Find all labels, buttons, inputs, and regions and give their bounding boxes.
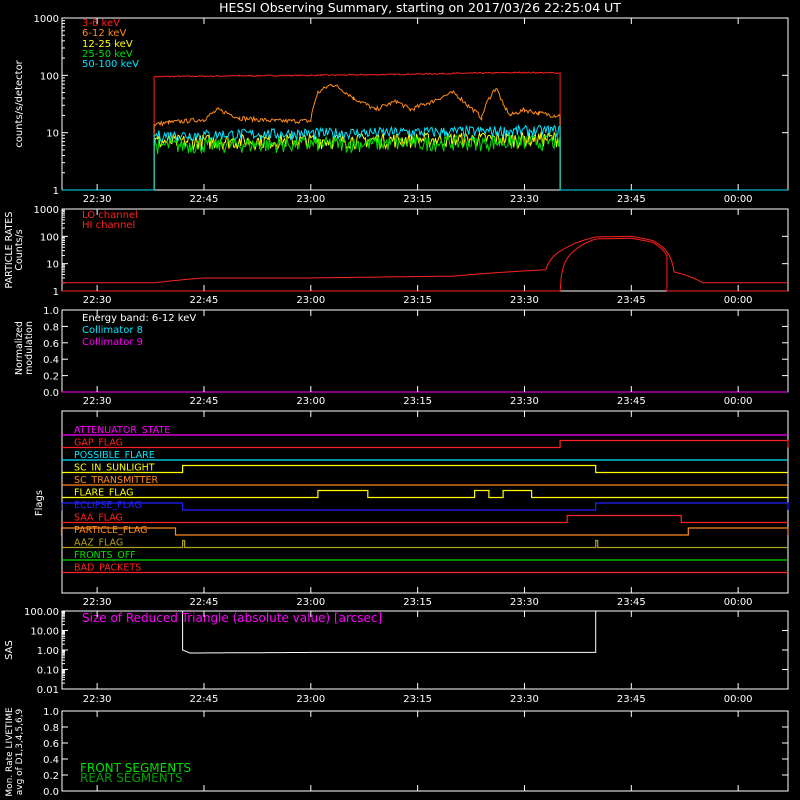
time-tick-label: 22:45: [190, 597, 219, 608]
legend-6-12-kev: 6-12 keV: [82, 28, 126, 39]
sas-ytick-label: 0.10: [37, 666, 59, 677]
sas-ytick-label: 1.00: [37, 646, 59, 657]
flag-label-aaz-flag: AAZ_FLAG: [74, 538, 123, 549]
time-tick-label: 23:45: [617, 295, 646, 306]
time-tick-label: 00:00: [724, 194, 753, 205]
particle-rates-ylabel-line2: Counts/s: [14, 229, 25, 270]
time-tick-label: 22:30: [83, 597, 112, 608]
livetime-ylabel-line2: avg of D1,3,4,5,6,9: [15, 708, 25, 795]
modulation-ytick-label: 0.4: [43, 355, 59, 366]
livetime-ytick-label: 0.6: [43, 739, 59, 750]
modulation-energy-band: Energy band: 6-12 keV: [82, 313, 196, 324]
flag-label-bad-packets: BAD_PACKETS: [74, 563, 141, 574]
time-tick-label: 22:30: [83, 694, 112, 705]
count-rates-ytick-label: 1: [53, 186, 59, 197]
chart-background: [0, 0, 800, 800]
flag-label-eclipse-flag: ECLIPSE_FLAG: [74, 500, 142, 511]
legend-collimator-9: Collimator 9: [82, 337, 143, 348]
livetime-ytick-label: 0.2: [43, 771, 59, 782]
time-tick-label: 23:15: [403, 396, 432, 407]
time-tick-label: 23:45: [617, 396, 646, 407]
time-tick-label: 23:45: [617, 194, 646, 205]
modulation-ytick-label: 0.8: [43, 322, 59, 333]
livetime-ylabel-line1: Mon. Rate LIVETIME: [5, 707, 15, 797]
particle-rates-ytick-label: 100: [40, 232, 59, 243]
time-tick-label: 23:15: [403, 295, 432, 306]
sas-ytick-label: 10.00: [30, 627, 59, 638]
legend-rear-segments: REAR SEGMENTS: [80, 771, 183, 785]
time-tick-label: 23:00: [296, 295, 325, 306]
time-tick-label: 23:30: [510, 597, 539, 608]
time-tick-label: 22:45: [190, 694, 219, 705]
time-tick-label: 23:15: [403, 597, 432, 608]
flag-label-attenuator-state: ATTENUATOR_STATE: [74, 425, 170, 436]
time-tick-label: 23:15: [403, 194, 432, 205]
modulation-ytick-label: 0.0: [43, 388, 59, 399]
particle-rates-ytick-label: 1000: [34, 205, 59, 216]
time-tick-label: 22:45: [190, 194, 219, 205]
particle-rates-ytick-label: 10: [46, 260, 59, 271]
flag-label-particle-flag: PARTICLE_FLAG: [74, 525, 147, 536]
count-rates-ylabel: counts/s/detector: [14, 59, 25, 147]
livetime-ytick-label: 0.0: [43, 787, 59, 798]
time-tick-label: 23:45: [617, 597, 646, 608]
count-rates-ytick-label: 10: [46, 129, 59, 140]
flags-ylabel: Flags: [34, 490, 45, 516]
time-tick-label: 22:30: [83, 396, 112, 407]
legend-collimator-8: Collimator 8: [82, 325, 143, 336]
time-tick-label: 23:30: [510, 694, 539, 705]
sas-ylabel: SAS: [4, 640, 15, 660]
time-tick-label: 23:30: [510, 194, 539, 205]
count-rates-ytick-label: 1000: [34, 14, 59, 25]
legend-50-100-kev: 50-100 keV: [82, 59, 139, 70]
modulation-ytick-label: 0.2: [43, 372, 59, 383]
sas-ytick-label: 100.00: [24, 607, 59, 618]
modulation-ytick-label: 1.0: [43, 306, 59, 317]
chart-title: HESSI Observing Summary, starting on 201…: [219, 0, 621, 15]
sas-ytick-label: 0.01: [37, 685, 59, 696]
flag-label-possible-flare: POSSIBLE_FLARE: [74, 450, 155, 461]
modulation-ytick-label: 0.6: [43, 339, 59, 350]
time-tick-label: 22:45: [190, 396, 219, 407]
hessi-summary-chart: HESSI Observing Summary, starting on 201…: [0, 0, 800, 800]
time-tick-label: 00:00: [724, 295, 753, 306]
time-tick-label: 22:30: [83, 194, 112, 205]
time-tick-label: 23:15: [403, 694, 432, 705]
time-tick-label: 22:30: [83, 295, 112, 306]
livetime-ytick-label: 1.0: [43, 707, 59, 718]
sas-annotation: Size of Reduced Triangle (absolute value…: [82, 611, 382, 625]
flag-label-flare-flag: FLARE_FLAG: [74, 488, 134, 499]
time-tick-label: 23:00: [296, 396, 325, 407]
modulation-ylabel-line2: modulation: [24, 321, 35, 375]
flag-label-saa-flag: SAA_FLAG: [74, 513, 123, 524]
flag-label-fronts-off: FRONTS_OFF: [74, 550, 136, 561]
livetime-ytick-label: 0.8: [43, 723, 59, 734]
flag-label-saa-flag-gap-: GAP_FLAG: [74, 438, 123, 449]
time-tick-label: 23:45: [617, 694, 646, 705]
time-tick-label: 23:00: [296, 694, 325, 705]
time-tick-label: 23:30: [510, 396, 539, 407]
time-tick-label: 00:00: [724, 694, 753, 705]
flag-label-sc-transmitter: SC_TRANSMITTER: [74, 475, 159, 486]
particle-rates-ytick-label: 1: [53, 287, 59, 298]
legend-hi-channel: HI channel: [82, 220, 135, 231]
livetime-ytick-label: 0.4: [43, 755, 59, 766]
time-tick-label: 23:00: [296, 194, 325, 205]
time-tick-label: 00:00: [724, 597, 753, 608]
flag-label-sc-in-sunlight: SC_IN_SUNLIGHT: [74, 463, 155, 474]
count-rates-ytick-label: 100: [40, 71, 59, 82]
time-tick-label: 23:00: [296, 597, 325, 608]
time-tick-label: 22:45: [190, 295, 219, 306]
time-tick-label: 00:00: [724, 396, 753, 407]
time-tick-label: 23:30: [510, 295, 539, 306]
